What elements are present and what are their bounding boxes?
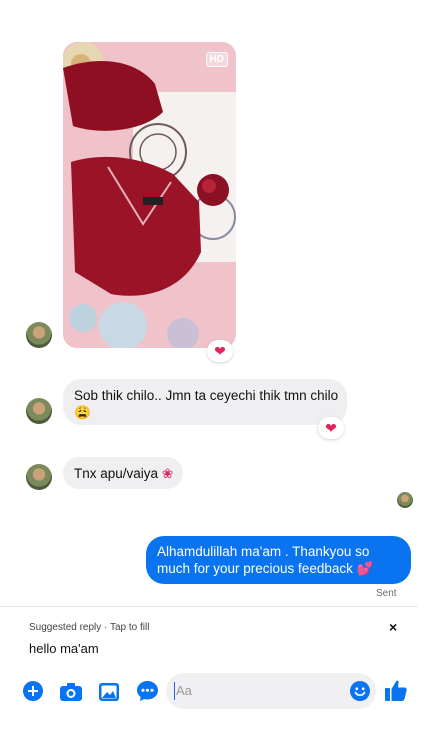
thumbs-up-icon xyxy=(385,680,407,701)
sent-status: Sent xyxy=(376,588,397,599)
seen-avatar xyxy=(397,492,413,508)
plus-button[interactable] xyxy=(22,680,44,702)
photo-image xyxy=(63,42,236,348)
suggested-reply[interactable]: hello ma'am xyxy=(29,641,99,656)
camera-button[interactable] xyxy=(60,681,82,703)
camera-icon xyxy=(60,683,82,701)
chat-bubble-icon xyxy=(136,681,158,701)
flower-emoji: ❀ xyxy=(161,466,174,481)
message-text: Alhamdulillah ma'am . Thankyou so much f… xyxy=(157,544,370,576)
contact-avatar[interactable] xyxy=(26,398,52,424)
image-icon xyxy=(99,683,119,701)
plus-icon xyxy=(23,681,43,701)
hd-badge: HD xyxy=(205,52,228,67)
tired-emoji: 😩 xyxy=(74,405,91,420)
message-text: Sob thik chilo.. Jmn ta ceyechi thik tmn… xyxy=(74,388,339,403)
smiley-icon xyxy=(350,681,370,701)
emoji-button[interactable] xyxy=(350,681,370,706)
heart-icon: ❤ xyxy=(214,342,226,359)
gallery-button[interactable] xyxy=(98,681,120,703)
heart-icon: ❤ xyxy=(325,419,337,436)
like-button[interactable] xyxy=(385,679,407,701)
hearts-emoji: 💕 xyxy=(356,561,374,576)
shared-photo[interactable]: HD xyxy=(63,42,236,348)
contact-avatar[interactable] xyxy=(26,464,52,490)
incoming-message[interactable]: Tnx apu/vaiya ❀ xyxy=(63,457,183,489)
close-button[interactable]: × xyxy=(389,619,397,635)
heart-reaction[interactable]: ❤ xyxy=(207,340,233,362)
message-input[interactable]: Aa xyxy=(166,673,376,709)
outgoing-message[interactable]: Alhamdulillah ma'am . Thankyou so much f… xyxy=(146,536,411,584)
text-caret xyxy=(174,682,175,700)
heart-reaction[interactable]: ❤ xyxy=(318,417,344,439)
suggested-reply-label: Suggested reply · Tap to fill xyxy=(29,622,150,633)
more-button[interactable] xyxy=(136,680,158,702)
divider xyxy=(0,606,418,607)
contact-avatar[interactable] xyxy=(26,322,52,348)
incoming-message[interactable]: Sob thik chilo.. Jmn ta ceyechi thik tmn… xyxy=(63,379,347,425)
input-placeholder: Aa xyxy=(176,683,192,698)
message-text: Tnx apu/vaiya xyxy=(74,466,159,481)
